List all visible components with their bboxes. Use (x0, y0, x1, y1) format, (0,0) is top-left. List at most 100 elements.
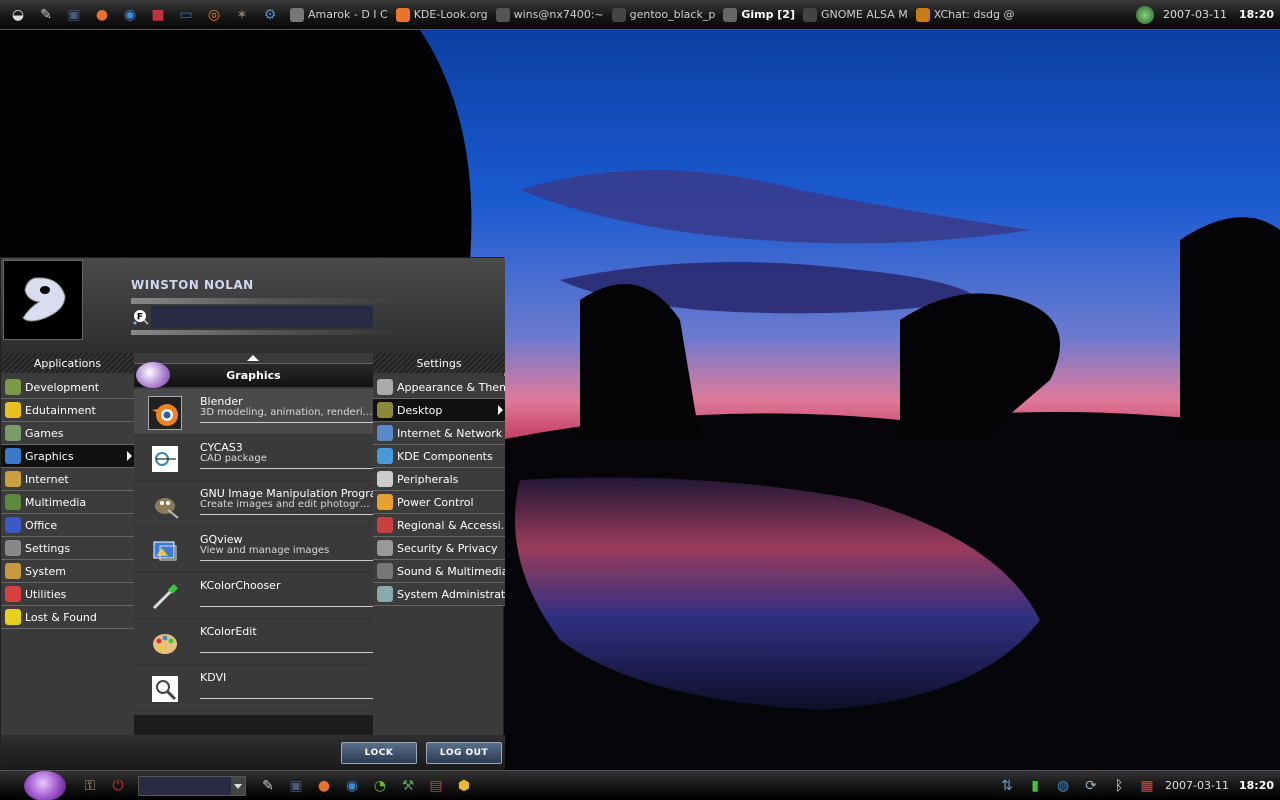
search-input[interactable] (151, 306, 373, 328)
update-icon[interactable]: ⟳ (1080, 775, 1102, 797)
terminal-icon[interactable]: ▣ (63, 4, 85, 26)
category-label: Games (25, 426, 64, 440)
app-item-gnu-image-manipulation-program[interactable]: GNU Image Manipulation Program Create ima… (134, 481, 387, 527)
app-item-gqview[interactable]: GQview View and manage images (134, 527, 373, 573)
chevron-down-icon[interactable] (231, 776, 245, 795)
firefox-icon (395, 7, 410, 22)
task-button[interactable]: Gimp [2] (719, 4, 799, 26)
settings-item[interactable]: Regional & Accessi... (373, 514, 505, 537)
task-button[interactable]: gentoo_black_p (608, 4, 720, 26)
category-lost-found[interactable]: Lost & Found (1, 606, 134, 629)
firefox-icon[interactable]: ● (91, 4, 113, 26)
kompose-icon[interactable] (1136, 5, 1155, 24)
settings-item[interactable]: Internet & Network (373, 422, 505, 445)
system-tray: ⇅ ▮ ◍ ⟳ ᛒ ▦ 2007-03-11 18:20 (993, 775, 1280, 797)
task-label: Gimp [2] (741, 8, 795, 21)
settings-item[interactable]: Appearance & Them... (373, 376, 505, 399)
settings-item[interactable]: System Administrati... (373, 583, 505, 606)
task-button[interactable]: wins@nx7400:~ (492, 4, 608, 26)
bottom-clock-date[interactable]: 2007-03-11 (1165, 779, 1229, 792)
run-command-combo[interactable] (138, 775, 246, 796)
task-button[interactable]: XChat: dsdg @ (912, 4, 1019, 26)
category-development[interactable]: Development (1, 376, 134, 399)
category-icon (5, 517, 21, 533)
lock-icon[interactable]: ⚿ (79, 775, 101, 797)
gimp-icon[interactable]: ✶ (231, 4, 253, 26)
top-clock-time[interactable]: 18:20 (1239, 8, 1274, 21)
app-item-kdvi[interactable]: KDVI (134, 665, 373, 711)
settings-item[interactable]: Sound & Multimedia (373, 560, 505, 583)
settings-item[interactable]: Desktop (373, 399, 505, 422)
group-title: Graphics (226, 369, 281, 382)
blender-icon[interactable]: ◎ (203, 4, 225, 26)
category-icon (5, 379, 21, 395)
top-clock-date[interactable]: 2007-03-11 (1163, 8, 1227, 21)
lock-button[interactable]: LOCK (341, 742, 417, 764)
kate-icon[interactable]: ✎ (257, 775, 279, 797)
globe-icon[interactable]: ◍ (1052, 775, 1074, 797)
settings-item[interactable]: Peripherals (373, 468, 505, 491)
app-item-cycas3[interactable]: CYCAS3 CAD package (134, 435, 373, 481)
app-divider (200, 698, 373, 699)
settings-item[interactable]: Security & Privacy (373, 537, 505, 560)
category-graphics[interactable]: Graphics (1, 445, 134, 468)
settings-item[interactable]: KDE Components (373, 445, 505, 468)
desktop-icon[interactable]: ▭ (175, 4, 197, 26)
task-button[interactable]: KDE-Look.org (392, 4, 492, 26)
start-menu-button[interactable] (24, 770, 66, 800)
app-description: 3D modeling, animation, rendering ... (200, 407, 373, 418)
category-office[interactable]: Office (1, 514, 134, 537)
gqview-icon (148, 534, 182, 568)
settings-item-icon (377, 517, 393, 533)
app-name: KColorChooser (200, 579, 281, 592)
category-settings[interactable]: Settings (1, 537, 134, 560)
bluetooth-icon[interactable]: ᛒ (1108, 775, 1130, 797)
settings-item-icon (377, 448, 393, 464)
task-label: KDE-Look.org (413, 8, 488, 21)
app-item-kcolorchooser[interactable]: KColorChooser (134, 573, 373, 619)
category-system[interactable]: System (1, 560, 134, 583)
settings-item-icon (377, 425, 393, 441)
task-label: XChat: dsdg @ (933, 8, 1015, 21)
calendar-icon[interactable]: ▤ (425, 775, 447, 797)
task-button[interactable]: Amarok - D I C (286, 4, 392, 26)
bottom-quick-launch: ⚿ ⏻ (76, 775, 132, 797)
settings-list: Appearance & Them... Desktop Internet & Ne… (373, 376, 505, 606)
kcontrol-icon[interactable]: ⚙ (259, 4, 281, 26)
app-item-blender[interactable]: Blender 3D modeling, animation, rendering… (134, 389, 373, 435)
power-icon[interactable]: ⏻ (107, 775, 129, 797)
gentoo-badge-icon (136, 362, 170, 388)
konqueror-icon[interactable]: ◉ (119, 4, 141, 26)
scroll-up-arrow-icon[interactable] (247, 355, 259, 361)
package-icon[interactable]: ⬢ (453, 775, 475, 797)
app-item-kcoloredit[interactable]: KColorEdit (134, 619, 373, 665)
top-tray: 2007-03-11 18:20 (1133, 5, 1280, 24)
kate-icon[interactable]: ✎ (35, 4, 57, 26)
kdevelop-icon[interactable]: ⚒ (397, 775, 419, 797)
category-edutainment[interactable]: Edutainment (1, 399, 134, 422)
bottom-clock-time[interactable]: 18:20 (1239, 779, 1274, 792)
app-divider (200, 652, 373, 653)
category-icon (5, 609, 21, 625)
category-games[interactable]: Games (1, 422, 134, 445)
category-internet[interactable]: Internet (1, 468, 134, 491)
pidgin-icon[interactable]: ◔ (369, 775, 391, 797)
logout-button[interactable]: LOG OUT (426, 742, 502, 764)
firefox-icon[interactable]: ● (313, 775, 335, 797)
bottom-quick-launch: ✎ ▣ ● ◉ ◔ ⚒ ▤ ⬢ (254, 775, 478, 797)
category-icon (5, 540, 21, 556)
task-button[interactable]: GNOME ALSA M (799, 4, 912, 26)
kpaint-icon[interactable]: ▦ (1136, 775, 1158, 797)
category-multimedia[interactable]: Multimedia (1, 491, 134, 514)
acroread-icon[interactable]: ■ (147, 4, 169, 26)
konqueror-icon[interactable]: ◉ (341, 775, 363, 797)
terminal-icon[interactable]: ▣ (285, 775, 307, 797)
category-utilities[interactable]: Utilities (1, 583, 134, 606)
menu-header: WINSTON NOLAN F (1, 258, 505, 353)
task-label: Amarok - D I C (308, 8, 388, 21)
gentoo-icon[interactable]: ◒ (7, 4, 29, 26)
battery-icon[interactable]: ▮ (1024, 775, 1046, 797)
app-name: KColorEdit (200, 625, 257, 638)
settings-item[interactable]: Power Control (373, 491, 505, 514)
network-icon[interactable]: ⇅ (996, 775, 1018, 797)
